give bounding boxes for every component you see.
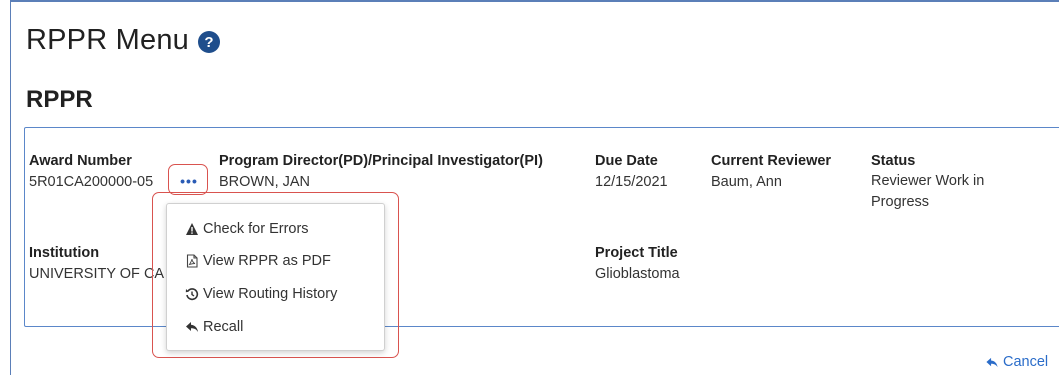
view-routing-history-menu-item[interactable]: View Routing History: [185, 283, 337, 305]
section-title: RPPR: [26, 86, 93, 113]
page-title: RPPR Menu ?: [26, 24, 221, 57]
current-reviewer-value: Baum, Ann: [711, 174, 782, 190]
pd-pi-label: Program Director(PD)/Principal Investiga…: [219, 153, 543, 169]
current-reviewer-label: Current Reviewer: [711, 153, 832, 169]
project-title-label: Project Title: [595, 245, 678, 261]
institution-label: Institution: [29, 245, 100, 261]
award-number-value: 5R01CA200000-05: [29, 174, 154, 190]
warning-triangle-icon: [186, 223, 198, 235]
svg-text:?: ?: [204, 34, 213, 51]
due-date-label: Due Date: [595, 153, 658, 169]
actions-button-highlight: [168, 164, 208, 195]
check-for-errors-menu-item[interactable]: Check for Errors: [185, 218, 309, 240]
cancel-label: Cancel: [1003, 354, 1049, 370]
cancel-link[interactable]: Cancel: [985, 354, 1048, 370]
recall-label: Recall: [203, 319, 244, 335]
view-rppr-pdf-menu-item[interactable]: View RPPR as PDF: [185, 250, 331, 272]
award-number-label: Award Number: [29, 153, 132, 169]
check-for-errors-label: Check for Errors: [203, 221, 309, 237]
view-routing-history-label: View Routing History: [203, 286, 338, 302]
recall-menu-item[interactable]: Recall: [185, 316, 243, 338]
actions-menu: Check for Errors View RPPR as PDF View R…: [166, 203, 385, 351]
pd-pi-value: BROWN, JAN: [219, 174, 311, 190]
status-label: Status: [871, 153, 916, 169]
status-value: Reviewer Work in Progress: [871, 173, 985, 210]
page-title-text: RPPR Menu: [26, 24, 189, 56]
pdf-file-icon: [186, 254, 198, 268]
view-rppr-pdf-label: View RPPR as PDF: [203, 253, 331, 269]
question-circle-icon[interactable]: ?: [197, 29, 221, 53]
institution-value: UNIVERSITY OF CA: [29, 266, 165, 282]
project-title-value: Glioblastoma: [595, 266, 680, 282]
reply-icon: [186, 322, 198, 332]
history-icon: [185, 288, 199, 301]
reply-icon: [986, 357, 998, 367]
due-date-value: 12/15/2021: [595, 174, 668, 190]
